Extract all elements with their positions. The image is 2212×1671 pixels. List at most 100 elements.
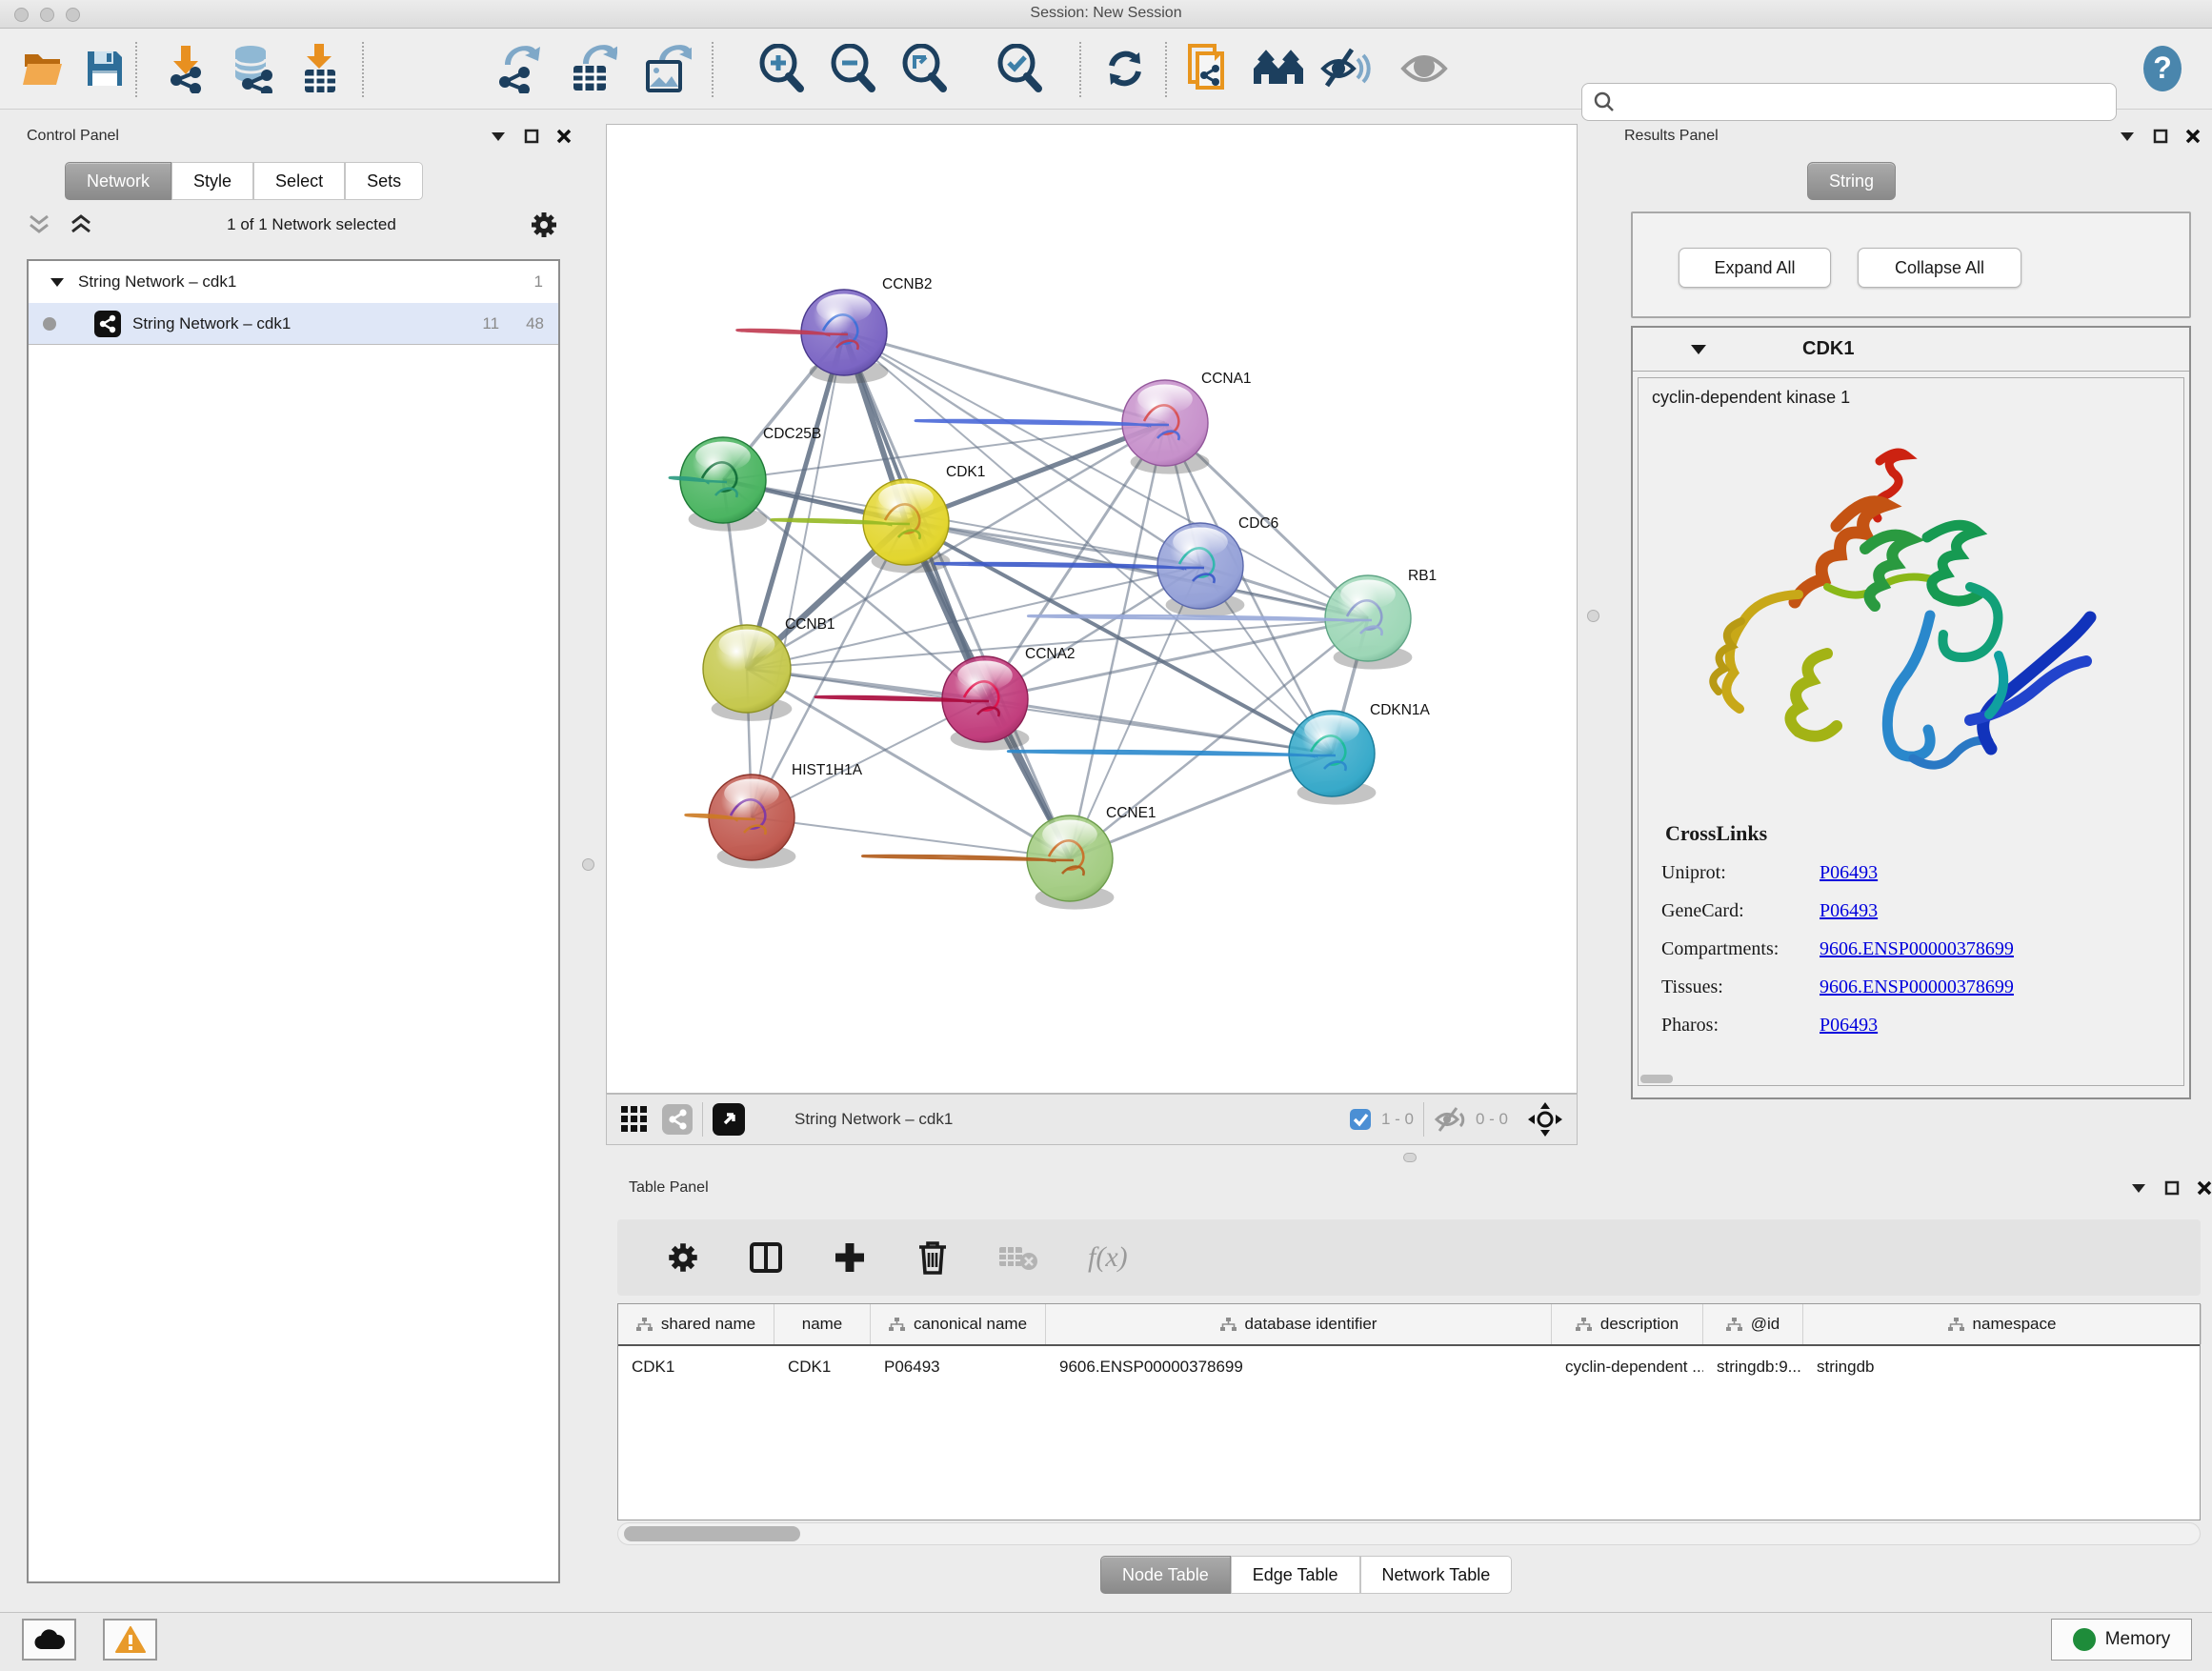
save-icon[interactable]	[84, 48, 126, 90]
show-all-networks-icon[interactable]	[1252, 48, 1305, 90]
cell-6[interactable]: stringdb	[1803, 1346, 2202, 1388]
pan-crosshair-icon[interactable]	[1527, 1101, 1563, 1137]
search-field[interactable]	[1581, 83, 2117, 121]
refresh-icon[interactable]	[1103, 47, 1147, 91]
crosslink-link[interactable]: 9606.ENSP00000378699	[1820, 938, 2014, 960]
expand-all-button[interactable]: Expand All	[1679, 248, 1831, 288]
show-selected-eye-icon[interactable]	[1399, 50, 1449, 88]
help-icon[interactable]: ?	[2142, 45, 2183, 92]
graph-node-CCNA1[interactable]: CCNA1	[915, 371, 1252, 474]
horizontal-splitter-handle[interactable]	[1403, 1153, 1417, 1162]
grid-view-icon[interactable]	[620, 1105, 649, 1134]
collapse-all-button[interactable]: Collapse All	[1858, 248, 2021, 288]
tab-edge-table[interactable]: Edge Table	[1231, 1556, 1360, 1594]
cell-2[interactable]: P06493	[871, 1346, 1046, 1388]
zoom-fit-icon[interactable]	[900, 44, 948, 93]
graph-node-CDC6[interactable]: CDC6	[935, 515, 1278, 617]
table-header-row: shared namenamecanonical namedatabase id…	[618, 1304, 2200, 1346]
crosslink-link[interactable]: P06493	[1820, 900, 1878, 922]
collapse-all-icon[interactable]	[27, 214, 51, 235]
left-splitter-handle[interactable]	[582, 858, 594, 871]
zoom-in-icon[interactable]	[757, 44, 805, 93]
warning-button[interactable]	[103, 1619, 157, 1661]
column-header-description[interactable]: description	[1552, 1304, 1703, 1344]
selected-checkbox-icon[interactable]	[1349, 1108, 1372, 1131]
tab-node-table[interactable]: Node Table	[1100, 1556, 1231, 1594]
import-table-icon[interactable]	[297, 43, 341, 94]
entry-expander-icon[interactable]	[1690, 343, 1707, 355]
network-collection-row[interactable]: String Network – cdk1 1	[29, 261, 558, 303]
crosslink-link[interactable]: P06493	[1820, 1015, 1878, 1037]
column-header-name[interactable]: name	[774, 1304, 871, 1344]
cell-5[interactable]: stringdb:9...	[1703, 1346, 1803, 1388]
tab-select[interactable]: Select	[253, 162, 345, 200]
birdseye-view-icon[interactable]	[713, 1103, 745, 1136]
tree-expander-icon[interactable]	[50, 276, 65, 288]
crosslink-link[interactable]: 9606.ENSP00000378699	[1820, 976, 2014, 998]
entry-header[interactable]: CDK1	[1633, 328, 2189, 372]
table-hscrollbar-thumb[interactable]	[624, 1526, 800, 1541]
panel-close-icon[interactable]	[2185, 129, 2201, 144]
graph-node-HIST1H1A[interactable]: HIST1H1A	[686, 762, 863, 869]
tab-network-table[interactable]: Network Table	[1360, 1556, 1513, 1594]
graph-node-CCNA2[interactable]: CCNA2	[815, 646, 1076, 751]
tab-network[interactable]: Network	[65, 162, 171, 200]
panel-float-icon[interactable]	[2164, 1180, 2180, 1196]
export-table-icon[interactable]	[568, 43, 617, 94]
expand-all-icon[interactable]	[69, 214, 93, 235]
graph-node-CCNE1[interactable]: CCNE1	[862, 805, 1156, 910]
table-settings-gear-icon[interactable]	[667, 1241, 699, 1274]
crosslink-link[interactable]: P06493	[1820, 862, 1878, 884]
open-folder-icon[interactable]	[22, 49, 68, 89]
panel-float-icon[interactable]	[2153, 129, 2168, 144]
panel-float-icon[interactable]	[524, 129, 539, 144]
delete-column-icon[interactable]	[916, 1239, 949, 1276]
cloud-button[interactable]	[22, 1619, 76, 1661]
graph-node-CDC25B[interactable]: CDC25B	[670, 426, 821, 532]
node-table: shared namenamecanonical namedatabase id…	[617, 1303, 2201, 1520]
column-header-shared-name[interactable]: shared name	[618, 1304, 774, 1344]
zoom-out-icon[interactable]	[829, 44, 876, 93]
table-toolbar: f(x)	[617, 1219, 2201, 1296]
graph-node-CCNB2[interactable]: CCNB2	[737, 276, 933, 384]
right-splitter-handle[interactable]	[1587, 610, 1599, 622]
graph-node-CCNB1[interactable]: CCNB1	[703, 616, 835, 721]
gear-icon[interactable]	[530, 211, 558, 239]
add-column-icon[interactable]	[833, 1240, 867, 1275]
memory-button[interactable]: Memory	[2051, 1619, 2192, 1661]
network-view-icon[interactable]	[662, 1104, 693, 1135]
panel-close-icon[interactable]	[2197, 1180, 2212, 1196]
search-input[interactable]	[1622, 93, 2116, 111]
hide-selected-eye-icon[interactable]	[1319, 48, 1371, 90]
table-hscrollbar[interactable]	[617, 1522, 2201, 1545]
graph-node-CDKN1A[interactable]: CDKN1A	[1008, 702, 1430, 805]
tab-string[interactable]: String	[1807, 162, 1896, 200]
results-scrollbar-thumb[interactable]	[1640, 1075, 1673, 1083]
panel-close-icon[interactable]	[556, 129, 572, 144]
panel-collapse-icon[interactable]	[2130, 1182, 2147, 1194]
export-image-icon[interactable]	[642, 43, 692, 94]
table-row[interactable]: CDK1CDK1P064939606.ENSP00000378699cyclin…	[618, 1346, 2200, 1388]
tab-style[interactable]: Style	[171, 162, 253, 200]
network-graph[interactable]: CCNB2CCNA1CDC25BCDK1CDC6RB1CCNB1CCNA2CDK…	[607, 125, 1577, 1093]
clone-network-icon[interactable]	[1186, 42, 1230, 95]
column-header-canonical-name[interactable]: canonical name	[871, 1304, 1046, 1344]
column-header-namespace[interactable]: namespace	[1803, 1304, 2202, 1344]
panel-collapse-icon[interactable]	[490, 131, 507, 142]
show-columns-icon[interactable]	[749, 1240, 783, 1275]
column-header-database-identifier[interactable]: database identifier	[1046, 1304, 1552, 1344]
tab-sets[interactable]: Sets	[345, 162, 423, 200]
panel-collapse-icon[interactable]	[2119, 131, 2136, 142]
import-network-icon[interactable]	[164, 44, 208, 93]
cell-0[interactable]: CDK1	[618, 1346, 774, 1388]
network-row-selected[interactable]: String Network – cdk1 11 48	[29, 303, 558, 345]
import-database-icon[interactable]	[228, 44, 277, 93]
export-network-icon[interactable]	[497, 44, 545, 93]
column-header-@id[interactable]: @id	[1703, 1304, 1803, 1344]
zoom-selected-icon[interactable]	[995, 44, 1043, 93]
network-view-canvas[interactable]: CCNB2CCNA1CDC25BCDK1CDC6RB1CCNB1CCNA2CDK…	[606, 124, 1578, 1094]
hidden-eye-icon[interactable]	[1434, 1106, 1468, 1133]
cell-4[interactable]: cyclin-dependent ...	[1552, 1346, 1703, 1388]
cell-3[interactable]: 9606.ENSP00000378699	[1046, 1346, 1552, 1388]
cell-1[interactable]: CDK1	[774, 1346, 871, 1388]
